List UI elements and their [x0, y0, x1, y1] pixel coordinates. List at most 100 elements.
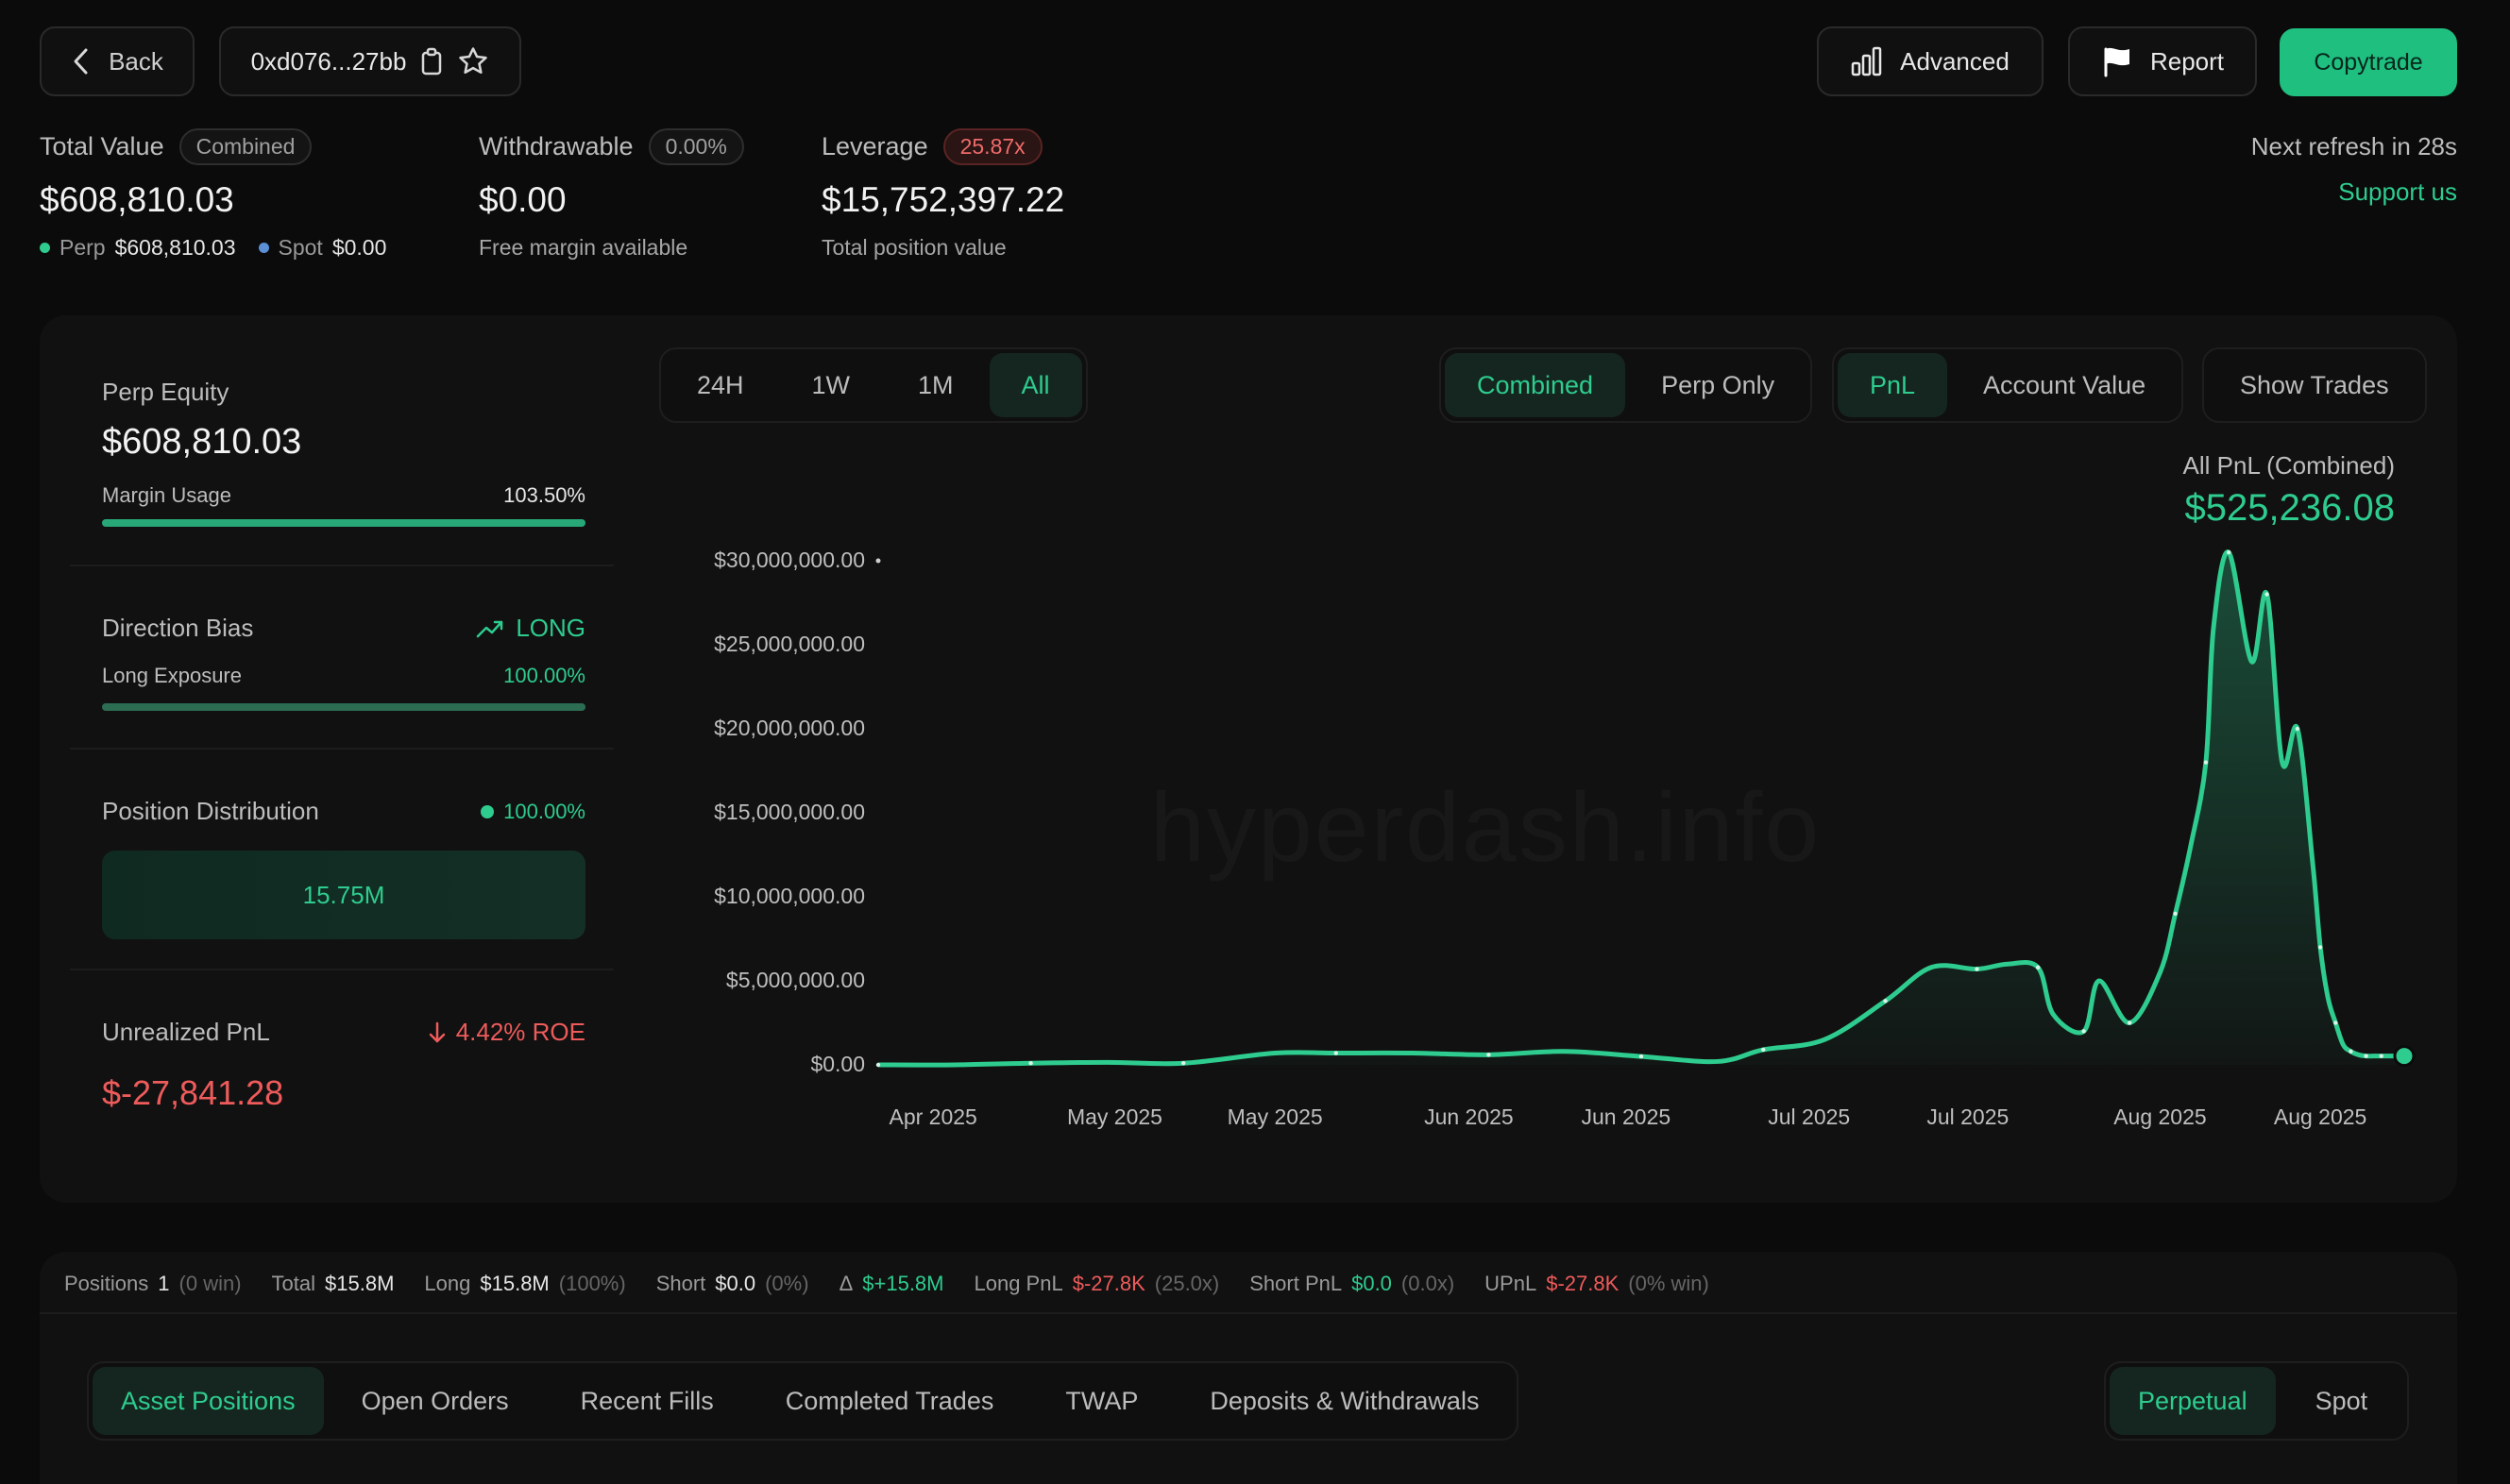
market-tabs: Perpetual Spot [2104, 1361, 2410, 1441]
long-exposure-value: 100.00% [503, 664, 585, 687]
positions-tabs: Asset Positions Open Orders Recent Fills… [87, 1361, 1519, 1441]
data-point [1638, 1054, 1644, 1059]
stat-long-label: Long [424, 1272, 471, 1295]
margin-usage-label: Margin Usage [102, 483, 231, 507]
leverage-value: $15,752,397.22 [822, 180, 1065, 219]
copy-icon[interactable] [419, 47, 444, 76]
unrealized-roe: 4.42% ROE [455, 1018, 585, 1046]
data-point [2203, 760, 2209, 765]
pnl-area [878, 551, 2404, 1066]
stat-short-pnl-label: Short PnL [1249, 1272, 1343, 1295]
unrealized-pnl-section: Unrealized PnL 4.42% ROE $-27,841.28 [102, 1018, 585, 1113]
direction-bias-label: Direction Bias [102, 614, 254, 642]
stat-long-pnl-label: Long PnL [974, 1272, 1063, 1295]
leverage-sub: Total position value [822, 235, 1007, 260]
tab-twap[interactable]: TWAP [1031, 1367, 1172, 1435]
withdrawable-value: $0.00 [479, 180, 567, 219]
range-all[interactable]: All [989, 353, 1082, 417]
back-label: Back [109, 46, 163, 76]
tab-completed-trades[interactable]: Completed Trades [752, 1367, 1028, 1435]
report-label: Report [2149, 46, 2225, 76]
unrealized-pnl-label: Unrealized PnL [102, 1018, 270, 1046]
range-24h[interactable]: 24H [665, 353, 776, 417]
stat-upnl-label: UPnL [1484, 1272, 1537, 1295]
divider-1 [70, 565, 614, 566]
margin-usage-value: 103.50% [503, 483, 585, 507]
show-trades-toggle: Show Trades [2202, 347, 2427, 423]
report-button[interactable]: Report [2068, 26, 2257, 96]
stat-short-pnl-note: (0.0x) [1400, 1272, 1455, 1295]
position-distribution-label: Position Distribution [102, 797, 319, 825]
perp-equity-value: $608,810.03 [102, 422, 302, 462]
long-exposure-fill [102, 703, 585, 711]
chart-plot [875, 549, 2416, 1068]
withdrawable-badge: 0.00% [648, 128, 744, 165]
withdrawable-sub: Free margin available [479, 235, 688, 260]
flag-icon [2104, 47, 2129, 77]
axis-origin-dot [875, 558, 881, 564]
stat-delta-label: Δ [839, 1272, 854, 1295]
current-value-marker [2393, 1045, 2416, 1068]
leverage-label: Leverage [822, 132, 928, 160]
tab-perpetual[interactable]: Perpetual [2110, 1367, 2276, 1435]
position-distribution-bar-label: 15.75M [302, 880, 385, 909]
stat-long-pnl-note: (25.0x) [1154, 1272, 1220, 1295]
metric-pnl[interactable]: PnL [1838, 353, 1948, 417]
arrow-down-icon [429, 1021, 445, 1042]
stat-upnl-note: (0% win) [1628, 1272, 1709, 1295]
tab-deposits-withdrawals[interactable]: Deposits & Withdrawals [1176, 1367, 1513, 1435]
stat-short-value: $0.0 [715, 1272, 756, 1295]
data-point [2264, 592, 2269, 597]
metric-account-value[interactable]: Account Value [1951, 353, 2178, 417]
copytrade-label: Copytrade [2314, 48, 2423, 76]
stat-positions-value: 1 [158, 1272, 170, 1295]
data-point [1028, 1061, 1033, 1066]
tab-open-orders[interactable]: Open Orders [328, 1367, 543, 1435]
scope-perp-only[interactable]: Perp Only [1629, 353, 1806, 417]
tab-recent-fills[interactable]: Recent Fills [547, 1367, 748, 1435]
tab-spot[interactable]: Spot [2280, 1367, 2404, 1435]
position-distribution-value: 100.00% [503, 799, 585, 823]
perp-dot [40, 243, 50, 253]
stat-long-value: $15.8M [480, 1272, 550, 1295]
data-point [2295, 726, 2300, 732]
back-button[interactable]: Back [40, 26, 195, 96]
chart-pnl-label: All PnL (Combined) [2182, 451, 2395, 480]
data-point [2379, 1054, 2383, 1058]
data-point [2127, 1020, 2132, 1025]
stat-short-label: Short [655, 1272, 706, 1295]
data-point [1333, 1051, 1338, 1055]
distribution-dot [481, 804, 495, 818]
trending-up-icon [477, 620, 503, 637]
scope-selector: Combined Perp Only [1439, 347, 1813, 423]
refresh-text: Next refresh in 28s [2250, 132, 2457, 160]
leverage-metric: Leverage 25.87x $15,752,397.22 Total posi… [822, 128, 1064, 261]
advanced-button[interactable]: Advanced [1817, 26, 2044, 96]
address-chip: 0xd076...27bb [219, 26, 521, 96]
data-point [2081, 1029, 2086, 1034]
scope-combined[interactable]: Combined [1445, 353, 1626, 417]
perp-equity-label: Perp Equity [102, 378, 229, 406]
stat-total-label: Total [271, 1272, 316, 1295]
stats-bar: Positions 1 (0 win) Total $15.8M Long $15.8M… [64, 1269, 1739, 1299]
long-exposure-bar [102, 703, 585, 711]
tab-asset-positions[interactable]: Asset Positions [93, 1367, 324, 1435]
stat-short-pnl-value: $0.0 [1351, 1272, 1392, 1295]
stat-delta-value: $+15.8M [862, 1272, 944, 1295]
stat-total-value: $15.8M [325, 1272, 395, 1295]
support-link[interactable]: Support us [2338, 177, 2457, 207]
data-point [1181, 1061, 1186, 1066]
copytrade-button[interactable]: Copytrade [2280, 28, 2457, 96]
star-icon[interactable] [457, 45, 489, 77]
stat-short-note: (0%) [765, 1272, 809, 1295]
range-1w[interactable]: 1W [780, 353, 883, 417]
show-trades-button[interactable]: Show Trades [2208, 353, 2421, 417]
data-point [1761, 1047, 1766, 1053]
margin-usage-fill [102, 519, 585, 527]
range-1m[interactable]: 1M [886, 353, 986, 417]
withdrawable-label: Withdrawable [479, 132, 634, 160]
total-value-metric: Total Value Combined $608,810.03 Perp $60… [40, 128, 386, 261]
wallet-address: 0xd076...27bb [250, 46, 407, 76]
pnl-chart: hyperdash.info $30,000,000.00 $25,000,000… [661, 529, 2417, 1171]
data-point [2173, 911, 2178, 916]
